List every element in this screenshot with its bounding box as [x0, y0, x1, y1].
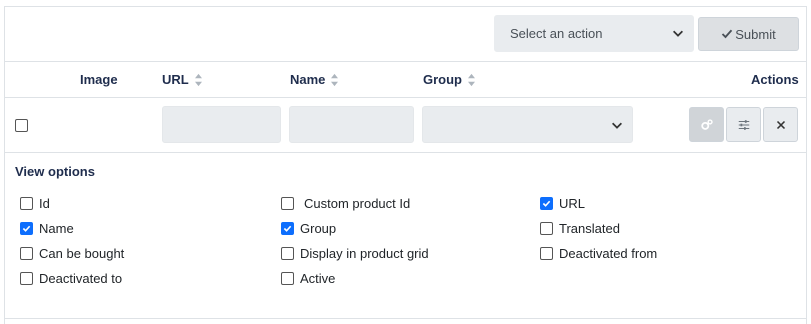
view-option[interactable]: Custom product Id	[281, 196, 410, 211]
column-header-image: Image	[80, 72, 118, 87]
chevron-down-icon	[612, 122, 622, 129]
view-option-label: Translated	[559, 221, 620, 236]
chevron-down-icon	[673, 30, 683, 37]
view-option[interactable]: Group	[281, 221, 336, 236]
view-option-checkbox[interactable]	[281, 197, 294, 210]
view-option-checkbox[interactable]	[281, 247, 294, 260]
column-header-label: Group	[423, 72, 462, 87]
view-option-checkbox[interactable]	[20, 197, 33, 210]
column-header-label: Actions	[751, 72, 799, 87]
group-filter-select[interactable]	[422, 106, 633, 143]
view-option-label: Custom product Id	[304, 196, 411, 211]
view-option[interactable]: Id	[20, 196, 50, 211]
view-option[interactable]: Display in product grid	[281, 246, 429, 261]
column-header-label: Image	[80, 72, 118, 87]
view-options-title: View options	[15, 164, 95, 179]
view-option-label: Display in product grid	[300, 246, 429, 261]
view-option[interactable]: Active	[281, 271, 335, 286]
clear-filters-button[interactable]	[763, 107, 798, 142]
view-option-checkbox[interactable]	[281, 272, 294, 285]
check-icon	[283, 225, 292, 232]
view-option-checkbox[interactable]	[20, 247, 33, 260]
view-option-checkbox[interactable]	[20, 222, 33, 235]
check-icon	[542, 200, 551, 207]
view-option-label: Deactivated to	[39, 271, 123, 286]
view-option-label: Name	[39, 221, 74, 236]
view-option[interactable]: Translated	[540, 221, 620, 236]
gears-icon	[700, 118, 713, 130]
product-list-panel: Select an action Submit Image URL Name G…	[4, 6, 807, 324]
view-option-label: URL	[559, 196, 586, 211]
view-option-label: Deactivated from	[559, 246, 658, 261]
sort-icon	[331, 73, 339, 86]
url-filter-input[interactable]	[162, 106, 281, 143]
submit-button[interactable]: Submit	[698, 17, 799, 51]
close-icon	[776, 120, 785, 129]
check-icon	[22, 225, 31, 232]
sliders-icon	[738, 119, 749, 130]
filter-row	[5, 98, 806, 153]
view-option-checkbox[interactable]	[540, 197, 553, 210]
view-option[interactable]: URL	[540, 196, 585, 211]
check-icon	[722, 29, 733, 39]
column-header-name[interactable]: Name	[290, 72, 339, 87]
view-options-panel: View options Id Custom product Id URL Name G…	[5, 153, 806, 319]
view-option[interactable]: Deactivated from	[540, 246, 657, 261]
view-option-label: Group	[300, 221, 337, 236]
name-filter-input[interactable]	[289, 106, 414, 143]
column-header-actions: Actions	[751, 72, 799, 87]
select-all-checkbox[interactable]	[15, 119, 28, 132]
sort-icon	[468, 73, 475, 86]
bulk-action-select[interactable]: Select an action	[494, 15, 694, 52]
view-option-checkbox[interactable]	[20, 272, 33, 285]
column-header-group[interactable]: Group	[423, 72, 476, 87]
view-option-label: Active	[300, 271, 336, 286]
view-option[interactable]: Deactivated to	[20, 271, 122, 286]
view-option[interactable]: Name	[20, 221, 74, 236]
sliders-button[interactable]	[726, 107, 761, 142]
column-header-url[interactable]: URL	[162, 72, 203, 87]
view-option-label: Id	[39, 196, 50, 211]
submit-button-label: Submit	[735, 26, 776, 42]
view-option-checkbox[interactable]	[540, 222, 553, 235]
gears-button[interactable]	[689, 107, 724, 142]
bulk-action-select-label: Select an action	[510, 26, 603, 41]
sort-icon	[194, 73, 202, 86]
column-header-label: URL	[162, 72, 189, 87]
action-bar: Select an action Submit	[5, 7, 806, 62]
view-option-checkbox[interactable]	[540, 247, 553, 260]
view-option-checkbox[interactable]	[281, 222, 294, 235]
table-header: Image URL Name Group Actions	[5, 62, 806, 98]
view-option[interactable]: Can be bought	[20, 246, 124, 261]
view-option-label: Can be bought	[39, 246, 125, 261]
column-header-label: Name	[290, 72, 326, 87]
